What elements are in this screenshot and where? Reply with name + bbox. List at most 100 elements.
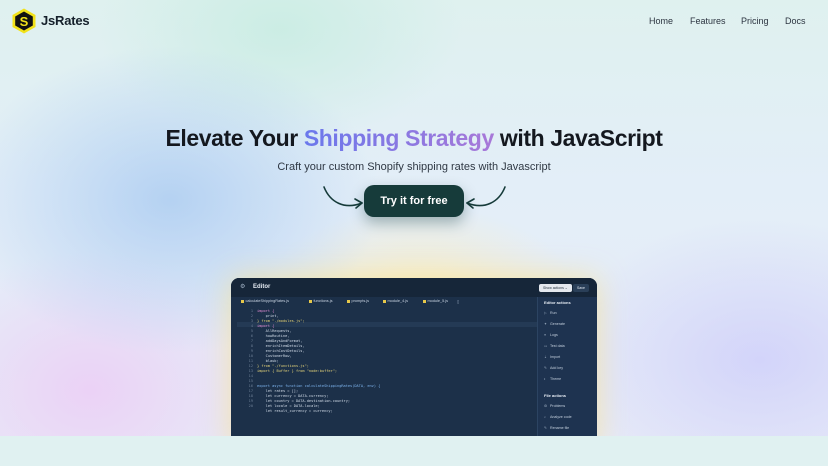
action-label: Test data (550, 344, 565, 348)
line-number: 4 (250, 324, 253, 328)
code-line: import { (257, 324, 275, 328)
editor-title: Editor (253, 284, 271, 290)
code-line: let result_currency = currency; (257, 409, 333, 413)
try-free-button[interactable]: Try it for free (364, 185, 464, 217)
left-arrow-icon (323, 186, 363, 209)
action-label: Generate (550, 322, 565, 326)
code-line: CustomerRow, (257, 354, 292, 358)
code-line: let currency = DATA.currency; (257, 394, 329, 398)
show-actions-button[interactable]: Show actions ⌄ (539, 284, 572, 292)
hero-subtitle: Craft your custom Shopify shipping rates… (277, 161, 551, 173)
code-line: let rates = []; (257, 389, 299, 393)
top-navigation: S JsRates Home Features Pricing Docs (0, 0, 828, 44)
code-line: AllRequests, (257, 329, 292, 333)
action-label: Theme (550, 377, 562, 381)
action-label: Add key (550, 366, 563, 370)
brand-name[interactable]: JsRates (41, 13, 90, 28)
line-number: 7 (250, 339, 253, 343)
code-line: export async function calculateShippingR… (257, 384, 381, 388)
right-arrow-icon (466, 186, 506, 209)
line-number: 11 (248, 359, 253, 363)
line-number: 1 (250, 309, 253, 313)
line-number: 19 (248, 399, 253, 403)
tab-label: module_5.js (427, 299, 448, 303)
code-line: enrichItemDetails, (257, 344, 305, 348)
editor-actions-heading: Editor actions (544, 300, 571, 305)
action-label: Run (550, 311, 557, 315)
js-file-icon (309, 299, 312, 303)
line-number: 12 (248, 364, 253, 368)
js-file-icon (241, 299, 244, 303)
line-number: 10 (248, 354, 253, 358)
code-line: blaub; (257, 359, 279, 363)
code-line: import { (257, 309, 275, 313)
nav-docs-link[interactable]: Docs (785, 16, 806, 26)
js-file-icon (423, 299, 426, 303)
line-number: 8 (250, 344, 253, 348)
actions-sidebar: Editor actions ▷ Run ✦ Generate ≡ Logs ▭ Tes… (537, 297, 597, 448)
nav-features-link[interactable]: Features (690, 16, 726, 26)
action-label: Import (550, 355, 561, 359)
code-line: howRoutine, (257, 334, 290, 338)
code-line: let country = DATA.destination.country; (257, 399, 351, 403)
hero-title-end: with JavaScript (493, 125, 663, 151)
code-line: let locale = DATA.locale; (257, 404, 320, 408)
action-run[interactable]: ▷ Run (544, 311, 557, 315)
action-label: Rename file (550, 426, 570, 430)
settings-icon[interactable]: ⚙ (240, 283, 245, 290)
tab-file[interactable]: prompts.js (347, 299, 369, 303)
action-label: Analyze code (550, 415, 572, 419)
hero-title-start: Elevate Your (165, 125, 304, 151)
jsrates-logo-icon[interactable]: S (12, 8, 36, 34)
line-number: 2 (250, 314, 253, 318)
line-number: 13 (248, 369, 253, 373)
tab-file[interactable]: calculateShippingRates.js (241, 299, 289, 303)
action-label: Problems (550, 404, 566, 408)
action-label: Logs (550, 333, 558, 337)
code-area[interactable]: 1 2 3 4 5 6 7 8 9 10 11 12 13 14 15 16 1… (237, 308, 537, 448)
code-line: } from "./functions.js"; (257, 364, 309, 368)
save-button[interactable]: Save (573, 284, 589, 292)
js-file-icon (383, 299, 386, 303)
bottom-section (0, 436, 828, 466)
tab-file[interactable]: module_4.js (383, 299, 408, 303)
line-number: 5 (250, 329, 253, 333)
svg-text:S: S (20, 14, 29, 29)
tab-label: functions.js (313, 299, 333, 303)
line-number: 15 (248, 379, 253, 383)
action-problems[interactable]: ⚙ Problems (544, 404, 565, 408)
code-line: } from "./modules.js"; (257, 319, 305, 323)
line-number: 16 (248, 384, 253, 388)
line-number: 20 (248, 404, 253, 408)
editor-preview: ⚙ Editor Show actions ⌄ Save calculateSh… (231, 278, 597, 448)
hero-title-highlight: Shipping Strategy (303, 125, 494, 151)
action-analyze-code[interactable]: ⌕ Analyze code (544, 415, 572, 419)
action-test-data[interactable]: ▭ Test data (544, 344, 565, 348)
new-file-icon[interactable]: ▯ (457, 299, 459, 304)
tab-label: prompts.js (351, 299, 370, 303)
tab-file[interactable]: functions.js (309, 299, 333, 303)
action-import[interactable]: ⇣ Import (544, 355, 560, 359)
code-line: addDaysAndFormat, (257, 339, 303, 343)
code-line: import { Buffer } from "node:buffer"; (257, 369, 338, 373)
file-actions-heading: File actions (544, 393, 567, 398)
action-theme[interactable]: ◐ Theme (544, 377, 561, 381)
editor-toolbar: ⚙ Editor Show actions ⌄ Save (231, 278, 597, 297)
line-number: 14 (248, 374, 253, 378)
action-rename-file[interactable]: ✎ Rename file (544, 426, 569, 430)
hero-title: Elevate Your Shipping Strategy with Java… (0, 125, 828, 152)
line-number: 3 (250, 319, 253, 323)
nav-home-link[interactable]: Home (649, 16, 673, 26)
line-number: 9 (250, 349, 253, 353)
line-number: 6 (250, 334, 253, 338)
line-number: 17 (248, 389, 253, 393)
action-generate[interactable]: ✦ Generate (544, 322, 565, 326)
code-line: enrichCostDetails, (257, 349, 305, 353)
nav-pricing-link[interactable]: Pricing (741, 16, 769, 26)
tab-file[interactable]: module_5.js (423, 299, 448, 303)
action-logs[interactable]: ≡ Logs (544, 333, 558, 337)
line-number: 18 (248, 394, 253, 398)
action-add-key[interactable]: ✎ Add key (544, 366, 563, 370)
code-line: print, (257, 314, 279, 318)
file-tabs: calculateShippingRates.js functions.js p… (235, 297, 535, 307)
